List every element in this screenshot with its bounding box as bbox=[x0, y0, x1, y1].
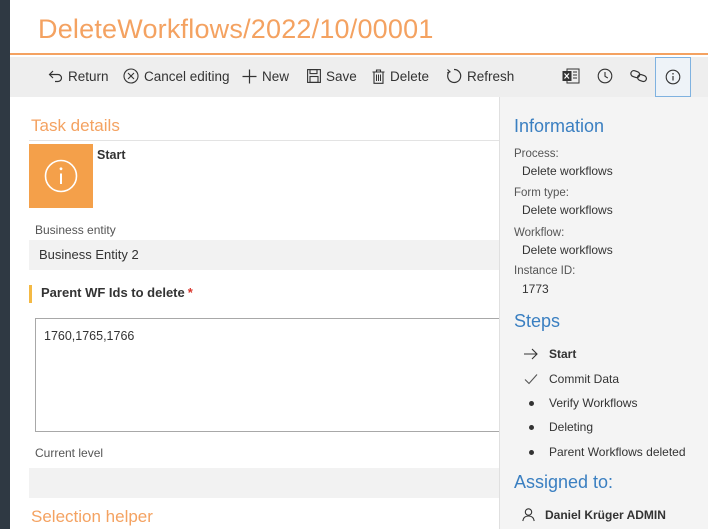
toolbar: Return Cancel editing New Save Delete Re… bbox=[10, 57, 708, 97]
information-title: Information bbox=[514, 116, 605, 136]
save-disk-icon bbox=[307, 69, 321, 83]
parent-ids-label-text: Parent WF Ids to delete bbox=[41, 285, 185, 300]
business-entity-field[interactable]: Business Entity 2 bbox=[29, 240, 499, 270]
instance-id-value: 1773 bbox=[522, 282, 549, 296]
assignee-name: Daniel Krüger ADMIN bbox=[545, 508, 666, 522]
steps-title: Steps bbox=[514, 311, 561, 331]
checkmark-icon bbox=[524, 374, 538, 385]
new-button[interactable]: New bbox=[242, 57, 289, 95]
instance-id-label: Instance ID: bbox=[514, 265, 576, 277]
current-level-field[interactable] bbox=[29, 468, 499, 498]
history-clock-icon bbox=[597, 68, 613, 84]
bullet-icon bbox=[528, 449, 534, 455]
left-navigation-strip bbox=[0, 0, 10, 529]
refresh-button[interactable]: Refresh bbox=[446, 57, 514, 95]
business-entity-label: Business entity bbox=[35, 223, 116, 237]
form-type-label: Form type: bbox=[514, 187, 569, 199]
excel-export-button[interactable] bbox=[556, 57, 586, 95]
bullet-icon bbox=[528, 400, 534, 406]
form-type-value: Delete workflows bbox=[522, 203, 613, 217]
information-panel: Information Process: Delete workflows Fo… bbox=[499, 97, 708, 529]
selection-helper-title: Selection helper bbox=[31, 507, 153, 526]
section-divider bbox=[29, 140, 499, 141]
related-links-button[interactable] bbox=[624, 57, 654, 95]
plus-icon bbox=[242, 69, 257, 83]
assignee[interactable]: Daniel Krüger ADMIN bbox=[522, 508, 666, 522]
step-label: Start bbox=[549, 347, 577, 361]
page-title: DeleteWorkflows/2022/10/00001 bbox=[38, 14, 434, 44]
form-content: Task details Start Business entity Busin… bbox=[19, 97, 499, 529]
history-button[interactable] bbox=[590, 57, 620, 95]
new-label: New bbox=[262, 68, 290, 84]
process-label: Process: bbox=[514, 148, 559, 160]
current-level-label: Current level bbox=[35, 446, 104, 460]
workflow-value: Delete workflows bbox=[522, 243, 613, 257]
excel-export-icon bbox=[562, 68, 580, 84]
cancel-editing-label: Cancel editing bbox=[144, 68, 230, 84]
return-button[interactable]: Return bbox=[48, 57, 109, 95]
step-item: Deleting bbox=[522, 418, 593, 436]
return-label: Return bbox=[68, 68, 109, 84]
user-icon bbox=[522, 508, 535, 522]
save-button[interactable]: Save bbox=[307, 57, 357, 95]
process-value: Delete workflows bbox=[522, 164, 613, 178]
trash-icon bbox=[372, 68, 385, 84]
parent-ids-label: Parent WF Ids to delete * bbox=[29, 285, 193, 303]
return-arrow-icon bbox=[48, 70, 63, 83]
cancel-editing-button[interactable]: Cancel editing bbox=[123, 57, 230, 95]
bullet-icon bbox=[528, 424, 534, 430]
arrow-right-icon bbox=[524, 348, 538, 360]
delete-label: Delete bbox=[390, 68, 430, 84]
info-icon bbox=[44, 159, 78, 193]
info-icon bbox=[665, 69, 681, 85]
step-label: Commit Data bbox=[549, 372, 620, 386]
link-icon bbox=[630, 69, 648, 83]
step-item: Verify Workflows bbox=[522, 394, 637, 412]
assigned-to-title: Assigned to: bbox=[514, 472, 614, 492]
save-label: Save bbox=[326, 68, 357, 84]
current-step-badge bbox=[29, 144, 93, 208]
cancel-circle-icon bbox=[123, 68, 139, 84]
refresh-icon bbox=[446, 68, 462, 84]
step-label: Deleting bbox=[549, 420, 594, 434]
workflow-label: Workflow: bbox=[514, 227, 565, 239]
delete-button[interactable]: Delete bbox=[372, 57, 429, 95]
parent-ids-textarea[interactable]: 1760,1765,1766 bbox=[35, 318, 499, 432]
step-item: Parent Workflows deleted bbox=[522, 443, 686, 461]
title-bar: DeleteWorkflows/2022/10/00001 bbox=[10, 0, 708, 55]
info-panel-toggle[interactable] bbox=[655, 57, 691, 97]
required-marker: * bbox=[187, 285, 193, 300]
step-item: Commit Data bbox=[522, 370, 619, 388]
step-label: Verify Workflows bbox=[549, 396, 638, 410]
refresh-label: Refresh bbox=[467, 68, 515, 84]
step-label: Parent Workflows deleted bbox=[549, 445, 686, 459]
current-step-name: Start bbox=[97, 148, 126, 162]
task-details-title: Task details bbox=[31, 116, 120, 135]
step-item: Start bbox=[522, 345, 576, 363]
